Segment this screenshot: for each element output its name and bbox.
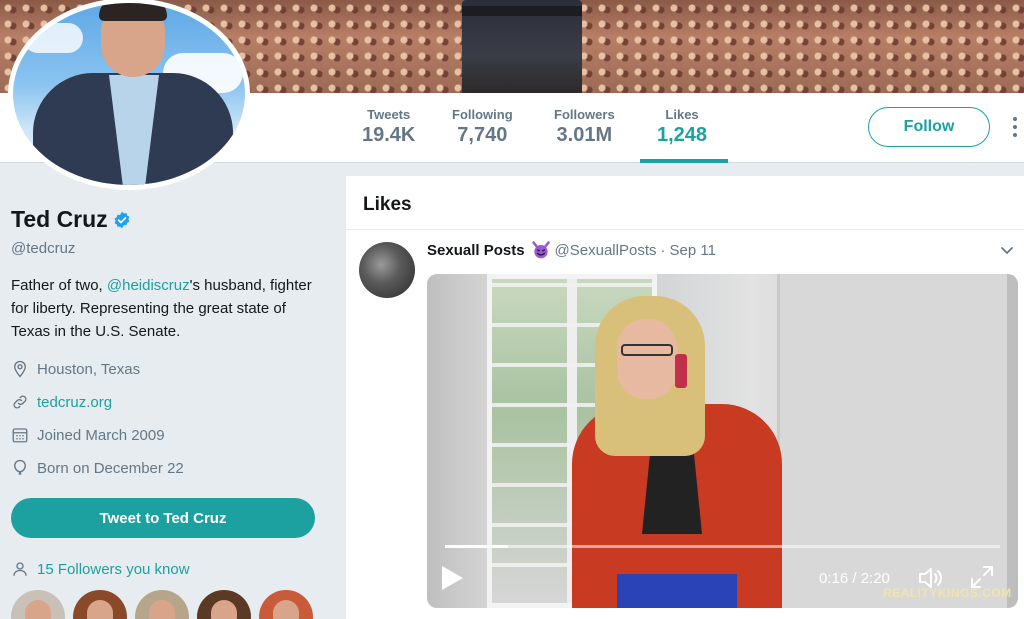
balloon-icon xyxy=(14,459,26,475)
stat-followers[interactable]: Followers 3.01M xyxy=(554,107,615,147)
video-scene-person xyxy=(617,319,677,399)
follower-avatar[interactable] xyxy=(259,590,313,619)
link-icon xyxy=(13,395,27,409)
bio-mention-link[interactable]: @heidiscruz xyxy=(107,277,190,294)
followers-you-know-link[interactable]: 15 Followers you know xyxy=(37,561,190,578)
tweet-to-button[interactable]: Tweet to Ted Cruz xyxy=(11,498,315,538)
avatar-cloud xyxy=(23,23,83,53)
profile-website: tedcruz.org xyxy=(11,393,112,411)
profile-bio: Father of two, @heidiscruz's husband, fi… xyxy=(11,274,321,343)
stat-tweets[interactable]: Tweets 19.4K xyxy=(362,107,415,147)
stat-followers-label: Followers xyxy=(554,107,615,122)
followers-you-know-avatars xyxy=(11,590,321,619)
banner-speaker-belt xyxy=(462,6,582,16)
tweet-author-handle[interactable]: @SexuallPosts xyxy=(555,242,657,259)
video-scene-wall xyxy=(777,274,1007,608)
more-vertical-icon[interactable] xyxy=(1010,115,1020,141)
tweet-separator: · xyxy=(660,241,666,259)
website-link[interactable]: tedcruz.org xyxy=(37,394,112,411)
caret-down-icon[interactable] xyxy=(1000,244,1014,258)
profile-name[interactable]: Ted Cruz xyxy=(11,206,108,233)
video-scene-person xyxy=(617,574,737,608)
stat-likes-value: 1,248 xyxy=(657,124,708,146)
smiling-devil-emoji-icon xyxy=(531,241,550,259)
tweet-author-avatar[interactable] xyxy=(359,242,415,298)
follower-avatar[interactable] xyxy=(11,590,65,619)
active-tab-underline xyxy=(640,159,728,163)
profile-location: Houston, Texas xyxy=(11,360,140,378)
follower-avatar[interactable] xyxy=(135,590,189,619)
tweet-author-name[interactable]: Sexuall Posts xyxy=(427,242,525,259)
stat-tweets-label: Tweets xyxy=(367,107,411,122)
bio-text: Father of two, xyxy=(11,277,107,294)
location-pin-icon xyxy=(14,360,26,378)
video-time: 0:16 / 2:20 xyxy=(819,570,890,587)
profile-avatar[interactable] xyxy=(8,0,250,190)
profile-handle[interactable]: @tedcruz xyxy=(11,240,75,257)
birthday-text: Born on December 22 xyxy=(37,459,184,477)
tweet-video-player[interactable]: 0:16 / 2:20 REALITYKINGS.COM xyxy=(427,274,1018,608)
tweet-date[interactable]: Sep 11 xyxy=(670,242,716,259)
stat-following-label: Following xyxy=(452,107,513,122)
profile-birthday: Born on December 22 xyxy=(11,459,184,477)
stat-following[interactable]: Following 7,740 xyxy=(452,107,513,147)
person-icon xyxy=(13,562,27,576)
video-watermark: REALITYKINGS.COM xyxy=(883,586,1012,600)
follow-button[interactable]: Follow xyxy=(868,107,990,147)
location-text: Houston, Texas xyxy=(37,360,141,378)
likes-timeline: Likes Sexuall Posts @SexuallPosts · Sep … xyxy=(346,176,1024,619)
tweet-header: Sexuall Posts @SexuallPosts · Sep 11 xyxy=(427,240,716,260)
video-scene-phone xyxy=(675,354,687,388)
joined-text: Joined March 2009 xyxy=(37,426,165,444)
stat-following-value: 7,740 xyxy=(457,124,508,146)
follower-avatar[interactable] xyxy=(197,590,251,619)
verified-badge-icon xyxy=(114,211,130,228)
video-progress-track[interactable] xyxy=(445,545,1000,548)
video-scene-person xyxy=(621,344,673,356)
avatar-hair xyxy=(99,3,167,21)
stat-tweets-value: 19.4K xyxy=(362,124,416,146)
profile-joined: Joined March 2009 xyxy=(11,426,165,444)
likes-header: Likes xyxy=(346,176,1024,230)
tweet-item[interactable]: Sexuall Posts @SexuallPosts · Sep 11 0:1… xyxy=(346,230,1024,619)
calendar-icon xyxy=(12,428,28,443)
stat-likes[interactable]: Likes 1,248 xyxy=(657,107,707,147)
video-progress-fill xyxy=(445,545,509,548)
followers-you-know[interactable]: 15 Followers you know xyxy=(11,560,190,578)
stat-followers-value: 3.01M xyxy=(556,124,613,146)
play-icon[interactable] xyxy=(439,564,465,592)
follower-avatar[interactable] xyxy=(73,590,127,619)
stat-likes-label: Likes xyxy=(665,107,699,122)
profile-name-row: Ted Cruz xyxy=(11,206,131,233)
